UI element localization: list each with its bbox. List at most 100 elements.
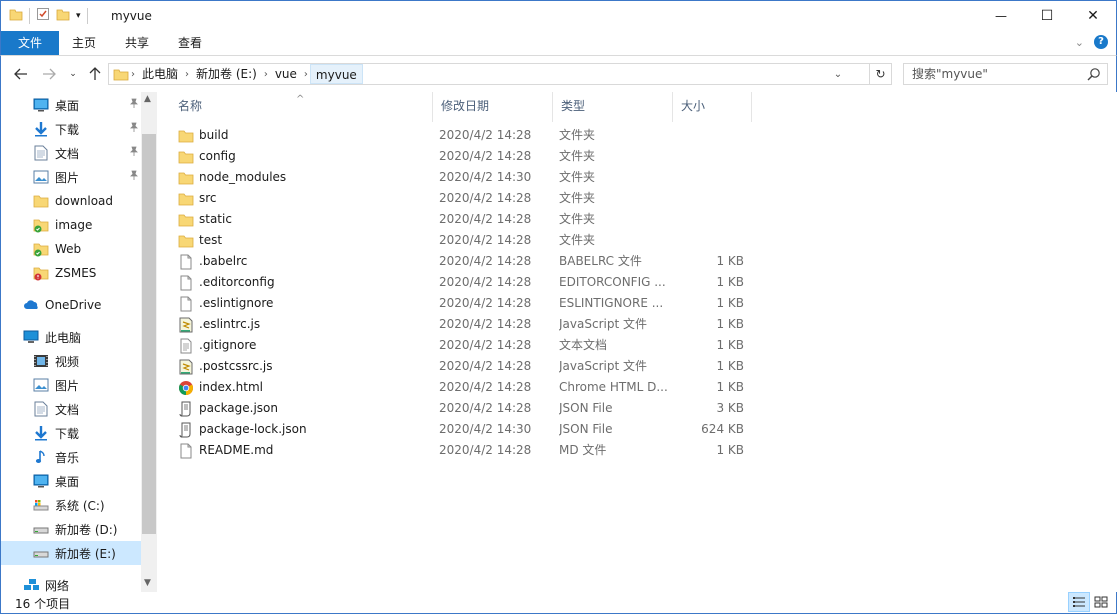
file-row[interactable]: .postcssrc.js 2020/4/2 14:28 JavaScript 文件… — [170, 356, 752, 377]
nav-item-label: 视频 — [55, 354, 80, 369]
file-row[interactable]: package-lock.json 2020/4/2 14:30 JSON File… — [170, 419, 752, 440]
desktop-icon — [33, 97, 49, 113]
nav-item[interactable]: 下载 — [1, 421, 141, 445]
scroll-down-icon[interactable]: ▼ — [144, 578, 151, 588]
column-header-date[interactable]: 修改日期 — [433, 92, 553, 122]
file-row[interactable]: .editorconfig 2020/4/2 14:28 EDITORCONFIG … — [170, 272, 752, 293]
search-input[interactable]: 搜索"myvue" — [903, 63, 1108, 85]
maximize-button[interactable]: ☐ — [1024, 1, 1070, 31]
nav-item[interactable]: 新加卷 (D:) — [1, 517, 141, 541]
file-row[interactable]: .eslintignore 2020/4/2 14:28 ESLINTIGNORE … — [170, 293, 752, 314]
file-name: package-lock.json — [199, 422, 307, 436]
desktop-icon — [33, 473, 49, 489]
nav-item[interactable]: 文档 — [1, 141, 141, 165]
nav-item[interactable]: download — [1, 189, 141, 213]
pin-icon[interactable] — [129, 122, 139, 135]
nav-item[interactable]: ZSMES — [1, 261, 141, 285]
tab-share[interactable]: 共享 — [111, 31, 163, 55]
pin-icon[interactable] — [129, 146, 139, 159]
breadcrumb-this-pc[interactable]: 此电脑 — [137, 64, 183, 84]
nav-item[interactable]: 新加卷 (E:) — [1, 541, 141, 565]
file-row[interactable]: node_modules 2020/4/2 14:30 文件夹 — [170, 167, 752, 188]
help-icon[interactable]: ? — [1094, 35, 1108, 49]
file-row[interactable]: config 2020/4/2 14:28 文件夹 — [170, 146, 752, 167]
nav-item[interactable]: 桌面 — [1, 469, 141, 493]
large-icons-view-button[interactable] — [1090, 592, 1112, 612]
properties-icon[interactable] — [36, 7, 50, 24]
folder-icon — [33, 193, 49, 209]
search-icon[interactable] — [1087, 67, 1101, 87]
file-row[interactable]: index.html 2020/4/2 14:28 Chrome HTML D...… — [170, 377, 752, 398]
column-header-type[interactable]: 类型 — [553, 92, 673, 122]
address-bar[interactable]: › 此电脑 › 新加卷 (E:) › vue › myvue ⌄ — [108, 63, 870, 85]
file-row[interactable]: test 2020/4/2 14:28 文件夹 — [170, 230, 752, 251]
folder-icon — [178, 212, 194, 228]
column-label: 大小 — [681, 99, 706, 113]
file-name-cell: .babelrc — [178, 251, 433, 272]
nav-item[interactable]: 下载 — [1, 117, 141, 141]
nav-item[interactable]: image — [1, 213, 141, 237]
file-row[interactable]: README.md 2020/4/2 14:28 MD 文件 1 KB — [170, 440, 752, 461]
scroll-up-icon[interactable]: ▲ — [144, 94, 151, 104]
file-size: 624 KB — [701, 422, 744, 436]
tab-home[interactable]: 主页 — [59, 31, 109, 55]
file-row[interactable]: static 2020/4/2 14:28 文件夹 — [170, 209, 752, 230]
pin-icon[interactable] — [129, 98, 139, 111]
blank-file-icon — [178, 254, 194, 270]
file-name: config — [199, 149, 236, 163]
column-header-size[interactable]: 大小 — [673, 92, 752, 122]
forward-button[interactable] — [39, 64, 59, 84]
folder-icon — [178, 149, 194, 165]
new-folder-icon[interactable] — [56, 7, 70, 24]
address-dropdown-icon[interactable]: ⌄ — [831, 67, 845, 81]
minimize-button[interactable]: — — [978, 1, 1024, 31]
pin-icon[interactable] — [129, 170, 139, 183]
breadcrumb-vue[interactable]: vue — [270, 64, 302, 84]
breadcrumb-drive-e[interactable]: 新加卷 (E:) — [191, 64, 262, 84]
breadcrumb-myvue[interactable]: myvue — [309, 64, 363, 84]
json-file-icon — [178, 401, 194, 417]
nav-scrollbar[interactable]: ▲ ▼ — [141, 92, 157, 592]
tab-view[interactable]: 查看 — [165, 31, 215, 55]
scrollbar-thumb[interactable] — [142, 134, 156, 534]
tab-file[interactable]: 文件 — [1, 31, 59, 55]
file-row[interactable]: .babelrc 2020/4/2 14:28 BABELRC 文件 1 KB — [170, 251, 752, 272]
up-button[interactable] — [85, 64, 105, 84]
nav-item[interactable]: OneDrive — [1, 293, 141, 317]
nav-item[interactable]: 系统 (C:) — [1, 493, 141, 517]
details-view-button[interactable] — [1068, 592, 1090, 612]
file-row[interactable]: src 2020/4/2 14:28 文件夹 — [170, 188, 752, 209]
file-size — [673, 125, 744, 146]
file-name-cell: package.json — [178, 398, 433, 419]
customize-qat-icon[interactable]: ▾ — [76, 11, 81, 21]
file-size — [673, 188, 744, 209]
nav-item[interactable]: 此电脑 — [1, 325, 141, 349]
recent-locations-button[interactable]: ⌄ — [63, 64, 83, 84]
column-header-name[interactable]: ^ 名称 — [170, 92, 433, 122]
file-type: JavaScript 文件 — [559, 359, 647, 373]
file-row[interactable]: .gitignore 2020/4/2 14:28 文本文档 1 KB — [170, 335, 752, 356]
nav-item[interactable]: 图片 — [1, 165, 141, 189]
file-row[interactable]: build 2020/4/2 14:28 文件夹 — [170, 125, 752, 146]
chevron-right-icon[interactable]: › — [302, 69, 310, 80]
close-button[interactable]: ✕ — [1070, 1, 1116, 31]
chevron-right-icon[interactable]: › — [183, 69, 191, 80]
chevron-right-icon[interactable]: › — [262, 69, 270, 80]
file-date: 2020/4/2 14:28 — [439, 149, 532, 163]
refresh-button[interactable]: ↻ — [870, 63, 892, 85]
nav-item[interactable]: Web — [1, 237, 141, 261]
chevron-right-icon[interactable]: › — [129, 69, 137, 80]
expand-ribbon-icon[interactable]: ⌄ — [1075, 36, 1084, 49]
video-icon — [33, 353, 49, 369]
refresh-icon: ↻ — [875, 67, 886, 81]
file-date: 2020/4/2 14:28 — [439, 443, 532, 457]
window-title: myvue — [111, 9, 152, 23]
file-row[interactable]: .eslintrc.js 2020/4/2 14:28 JavaScript 文件 1… — [170, 314, 752, 335]
file-row[interactable]: package.json 2020/4/2 14:28 JSON File 3 KB — [170, 398, 752, 419]
nav-item[interactable]: 桌面 — [1, 93, 141, 117]
nav-item[interactable]: 视频 — [1, 349, 141, 373]
back-button[interactable] — [11, 64, 31, 84]
nav-item[interactable]: 音乐 — [1, 445, 141, 469]
nav-item[interactable]: 文档 — [1, 397, 141, 421]
nav-item[interactable]: 图片 — [1, 373, 141, 397]
